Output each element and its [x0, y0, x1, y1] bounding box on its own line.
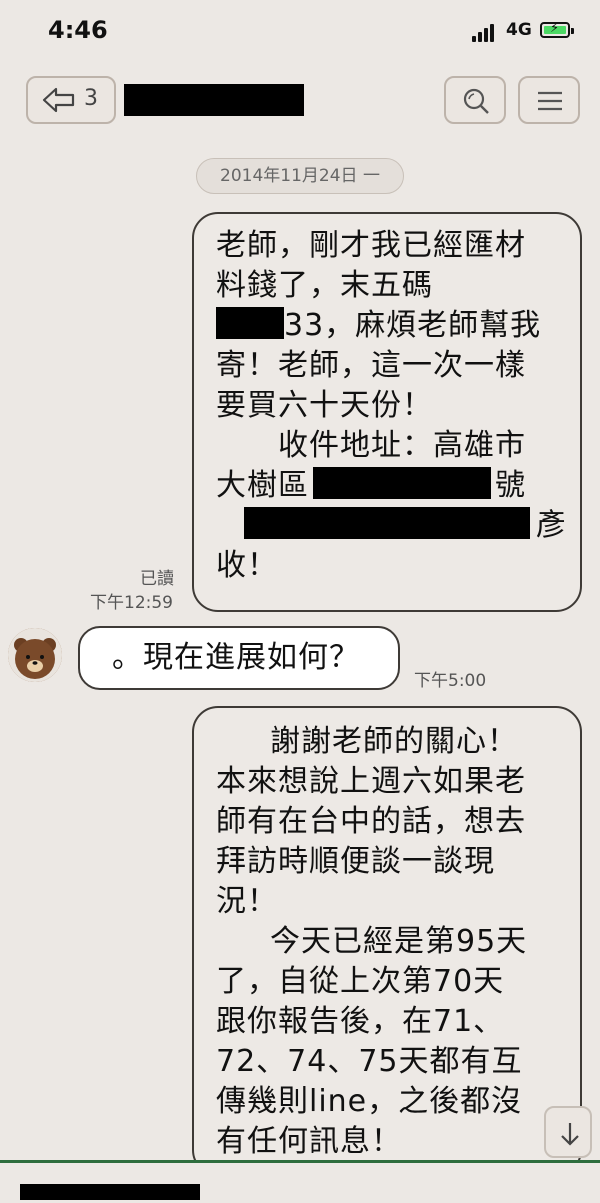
- message-text: 。現在進展如何？: [112, 640, 360, 675]
- message-line: 72、74、75天都有互: [216, 1044, 523, 1079]
- search-button[interactable]: [444, 76, 506, 124]
- message-line: 彥: [536, 508, 567, 543]
- message-line: 收！: [216, 548, 278, 583]
- message-line: 況！: [216, 884, 278, 919]
- message-line: 傳幾則line，之後都沒: [216, 1084, 523, 1119]
- outgoing-message-bubble[interactable]: 老師，剛才我已經匯材 料錢了，末五碼 33，麻煩老師幫我 寄！老師，這一次一樣 …: [192, 212, 582, 612]
- message-line: 號: [495, 468, 526, 503]
- back-count: 3: [84, 86, 98, 111]
- message-line: 跟你報告後，在71、: [216, 1004, 505, 1039]
- message-line: 寄！老師，這一次一樣: [216, 348, 526, 383]
- battery-icon: ⚡: [540, 21, 574, 38]
- signal-icon: [472, 24, 498, 42]
- message-timestamp: 下午5:00: [414, 671, 487, 691]
- redacted-input-text: [20, 1184, 200, 1200]
- message-line: 本來想說上週六如果老: [216, 764, 526, 799]
- bear-avatar-icon: [8, 628, 62, 682]
- scroll-to-bottom-button[interactable]: [544, 1106, 592, 1158]
- redacted-contact-name: [124, 84, 304, 116]
- back-button[interactable]: 3: [26, 76, 116, 124]
- redacted-text: [313, 467, 491, 499]
- redacted-text: [216, 307, 284, 339]
- outgoing-message-bubble[interactable]: 謝謝老師的關心！ 本來想說上週六如果老 師有在台中的話，想去 拜訪時順便談一談現…: [192, 706, 582, 1176]
- message-line: 有任何訊息！: [216, 1124, 402, 1159]
- contact-avatar[interactable]: [8, 628, 62, 682]
- message-line: 謝謝老師的關心！: [270, 724, 518, 759]
- network-label: 4G: [506, 20, 532, 40]
- incoming-message-bubble[interactable]: 。現在進展如何？: [78, 626, 400, 690]
- message-line: 收件地址：高雄市: [278, 428, 526, 463]
- status-time: 4:46: [48, 16, 108, 44]
- message-line: 拜訪時順便談一談現: [216, 844, 495, 879]
- redacted-text: [244, 507, 530, 539]
- message-line: 大樹區: [216, 468, 309, 503]
- message-line: 要買六十天份！: [216, 388, 433, 423]
- hamburger-menu-icon: [538, 91, 562, 111]
- menu-button[interactable]: [518, 76, 580, 124]
- arrow-down-icon: [561, 1123, 579, 1146]
- message-line: 老師，剛才我已經匯材: [216, 228, 526, 263]
- search-icon: [463, 88, 489, 114]
- message-line: 師有在台中的話，想去: [216, 804, 526, 839]
- date-separator: 2014年11月24日 一: [196, 158, 404, 194]
- message-timestamp: 下午12:59: [90, 593, 173, 613]
- message-line: 33，麻煩老師幫我: [284, 308, 542, 343]
- status-bar: 4:46 4G ⚡: [0, 0, 600, 62]
- read-receipt: 已讀: [140, 569, 174, 589]
- back-arrow-icon: [42, 87, 75, 113]
- message-line: 料錢了，末五碼: [216, 268, 433, 303]
- message-line: 了，自從上次第70天: [216, 964, 505, 999]
- message-line: 今天已經是第95天: [270, 924, 528, 959]
